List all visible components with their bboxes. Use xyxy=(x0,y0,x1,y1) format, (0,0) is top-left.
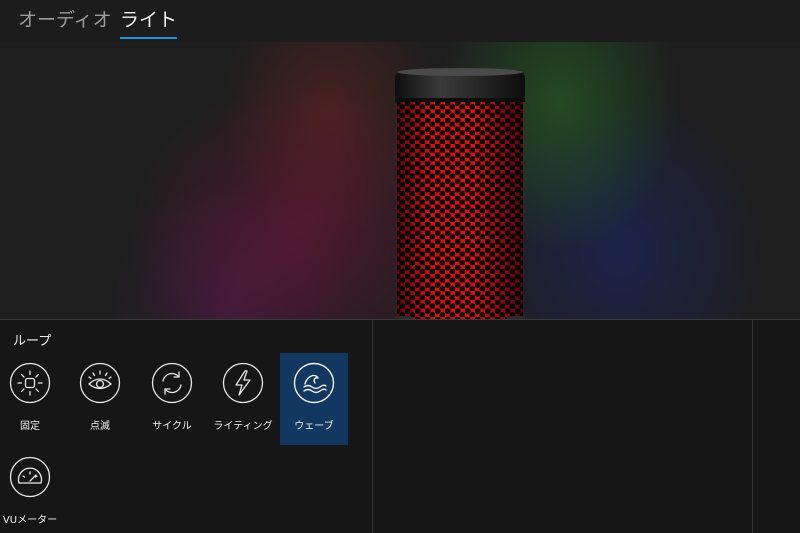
effect-solid-button[interactable]: 固定 xyxy=(0,353,64,445)
tab-light[interactable]: ライト xyxy=(120,5,178,41)
active-tab-indicator xyxy=(120,37,178,39)
gauge-icon xyxy=(9,456,51,498)
effect-cycle-label: サイクル xyxy=(152,421,192,432)
tab-light-label: ライト xyxy=(120,9,178,31)
cycle-icon xyxy=(151,362,193,404)
effect-solid-label: 固定 xyxy=(20,421,40,432)
tab-audio-label: オーディオ xyxy=(18,9,112,31)
effect-wave-button[interactable]: ウェーブ xyxy=(280,353,348,445)
wave-icon xyxy=(293,362,335,404)
lightning-icon xyxy=(222,362,264,404)
effect-cycle-button[interactable]: サイクル xyxy=(138,353,206,445)
effect-vu-meter-label: VUメーター xyxy=(2,515,58,526)
effects-panel: ループ 固定 点滅 サイクル ライティング ウェーブ VUメーター xyxy=(0,319,800,533)
column-divider xyxy=(372,320,373,533)
effect-lightning-label: ライティング xyxy=(213,421,273,432)
column-divider xyxy=(752,320,753,533)
device-preview xyxy=(0,42,800,319)
effect-lightning-button[interactable]: ライティング xyxy=(209,353,277,445)
tab-bar: オーディオ ライト xyxy=(0,0,800,42)
eye-icon xyxy=(79,362,121,404)
effect-blink-button[interactable]: 点滅 xyxy=(66,353,134,445)
tab-audio[interactable]: オーディオ xyxy=(18,5,112,41)
microphone-image xyxy=(395,68,525,319)
app-window: オーディオ ライト ループ 固定 点滅 サイクル ライティング ウェーブ VUメ… xyxy=(0,0,800,533)
section-title-loop: ループ xyxy=(13,334,52,349)
effect-wave-label: ウェーブ xyxy=(294,421,334,432)
effect-vu-meter-button[interactable]: VUメーター xyxy=(0,447,64,533)
effect-blink-label: 点滅 xyxy=(90,421,110,432)
sun-icon xyxy=(9,362,51,404)
